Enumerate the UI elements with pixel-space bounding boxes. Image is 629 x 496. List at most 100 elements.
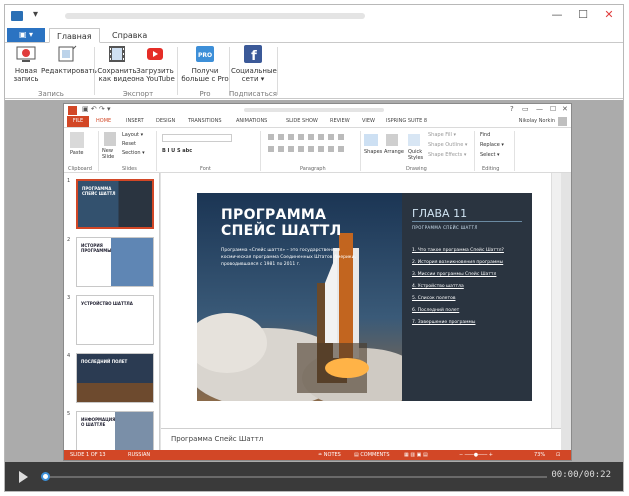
font-name-box — [162, 134, 232, 142]
avatar — [558, 117, 567, 126]
zoom-level: 73% — [534, 452, 546, 458]
ppt-group-drawing: Drawing — [406, 166, 427, 172]
ppt-quick-styles-label: Quick Styles — [408, 149, 424, 161]
ppt-tab-transitions: TRANSITIONS — [188, 118, 222, 124]
timeline-handle[interactable] — [41, 472, 50, 481]
powerpoint-logo-icon — [68, 106, 77, 115]
get-pro-button[interactable]: PRO Получи больше с Pro — [181, 45, 229, 83]
slide-description: Программа «Спейс шаттл» – это государств… — [221, 248, 356, 267]
group-label-export: Экспорт — [122, 90, 154, 98]
social-button[interactable]: f Социальные сети ▾ — [231, 45, 277, 83]
save-video-label: Сохранить как видео — [97, 67, 137, 83]
ppt-group-separator — [360, 131, 361, 171]
ppt-shape-outline-label: Shape Outline ▾ — [428, 142, 468, 148]
chapter-title: ГЛАВА 11 — [412, 207, 468, 220]
thumb-title: ПРОГРАММА СПЕЙС ШАТТЛ — [82, 186, 116, 196]
zoom-slider-icon: − ───●─── + — [459, 452, 493, 458]
ppt-group-separator — [156, 131, 157, 171]
svg-text:PRO: PRO — [198, 52, 212, 59]
group-label-subscribe: Подписаться — [229, 90, 277, 98]
tab-help[interactable]: Справка — [105, 28, 154, 43]
ppt-group-slides: Slides — [122, 166, 137, 172]
ppt-font-row: B I U S abc — [162, 148, 193, 154]
shapes-icon — [364, 134, 378, 146]
thumb-title: УСТРОЙСТВО ШАТТЛА — [81, 301, 133, 306]
player-bar: 00:00/00:22 — [5, 462, 623, 491]
upload-youtube-button[interactable]: Загрузить на YouTube — [135, 45, 175, 83]
get-pro-label: Получи больше с Pro — [181, 67, 229, 83]
play-icon[interactable] — [19, 471, 28, 483]
ppt-group-separator — [260, 131, 261, 171]
toc-item: 3. Миссии программы Спейс Шаттл — [412, 272, 497, 277]
toc-list: 1. Что такое программа Спейс Шаттл? 2. И… — [412, 245, 530, 329]
social-label: Социальные сети ▾ — [231, 67, 277, 83]
window-title-placeholder — [65, 13, 365, 19]
save-video-button[interactable]: Сохранить как видео — [97, 45, 137, 83]
ppt-close-icon: ✕ — [562, 105, 568, 113]
comments-toggle: ▤ COMMENTS — [354, 452, 390, 458]
thumb-number: 4 — [67, 353, 71, 359]
upload-youtube-label: Загрузить на YouTube — [135, 67, 175, 83]
tab-home[interactable]: Главная — [49, 28, 100, 43]
ppt-group-font: Font — [200, 166, 211, 172]
facebook-icon: f — [244, 45, 262, 64]
fit-slide-icon: ⊡ — [556, 452, 561, 458]
quick-access-icon[interactable]: ▾ — [33, 9, 38, 20]
app-window: ▾ — ☐ ✕ ▣ ▾ Главная Справка Новая запись… — [4, 4, 624, 492]
slide-counter: SLIDE 1 OF 13 — [70, 452, 106, 458]
file-menu-button[interactable]: ▣ ▾ — [7, 28, 45, 42]
ppt-quick-access-icon: ▣ ↶ ↷ ▾ — [82, 105, 111, 113]
new-record-label: Новая запись — [13, 67, 39, 83]
toc-item: 6. Последний полет — [412, 308, 460, 313]
close-button[interactable]: ✕ — [599, 7, 619, 23]
slide-title: ПРОГРАММА СПЕЙС ШАТТЛ — [221, 207, 342, 239]
ppt-shapes-label: Shapes — [364, 149, 383, 155]
toc-item: 2. История возникновения программы — [412, 260, 504, 265]
thumb-title: ИНФОРМАЦИЯ О ШАТТЛЕ — [81, 417, 116, 427]
group-separator — [94, 47, 95, 95]
ppt-status-bar: SLIDE 1 OF 13 RUSSIAN ≐ NOTES ▤ COMMENTS… — [64, 450, 571, 460]
maximize-button[interactable]: ☐ — [573, 7, 593, 23]
ppt-restore-icon: ▭ — [522, 105, 529, 113]
group-label-record: Запись — [38, 90, 64, 98]
thumb-title: ПОСЛЕДНИЙ ПОЛЕТ — [81, 359, 128, 364]
ppt-group-editing: Editing — [482, 166, 500, 172]
group-label-pro: Pro — [199, 90, 211, 98]
language-indicator: RUSSIAN — [128, 452, 151, 458]
paragraph-list-icons — [268, 134, 348, 140]
ppt-tab-view: VIEW — [362, 118, 375, 124]
ppt-group-paragraph: Paragraph — [300, 166, 326, 172]
clipboard-icon — [70, 132, 84, 148]
arrange-icon — [386, 134, 398, 146]
playback-time: 00:00/00:22 — [551, 470, 611, 480]
ppt-help-icon: ? — [510, 105, 514, 113]
timeline-track[interactable] — [45, 476, 547, 478]
ppt-new-slide-label: New Slide — [102, 148, 115, 160]
new-record-button[interactable]: Новая запись — [11, 45, 41, 83]
ppt-group-separator — [98, 131, 99, 171]
ppt-section-label: Section ▾ — [122, 150, 145, 156]
ppt-ribbon: Paste New Slide Layout ▾ Reset Section ▾… — [64, 127, 571, 173]
ppt-tab-review: REVIEW — [330, 118, 350, 124]
ppt-title-bar: ▣ ↶ ↷ ▾ ? ▭ — ☐ ✕ — [64, 104, 571, 116]
toc-item: 7. Завершение программы — [412, 320, 476, 325]
ppt-paste-label: Paste — [70, 150, 84, 156]
slide-editor: ПРОГРАММА СПЕЙС ШАТТЛ Программа «Спейс ш… — [161, 173, 561, 450]
ppt-tab-file: FILE — [67, 116, 89, 127]
chapter-subtitle: ПРОГРАММА СПЕЙС ШАТТЛ — [412, 225, 478, 230]
toc-item: 5. Список полетов — [412, 296, 456, 301]
ppt-user-name: Nikolay Norkin — [518, 118, 555, 124]
minimize-button[interactable]: — — [547, 7, 567, 23]
ppt-tab-ispring: ISPRING SUITE 8 — [386, 118, 428, 124]
slide-thumbnail: УСТРОЙСТВО ШАТТЛА — [76, 295, 154, 345]
slide-scrollbar — [551, 173, 561, 450]
ppt-workspace: 1 ПРОГРАММА СПЕЙС ШАТТЛ 2 ИСТОРИЯ ПРОГРА… — [64, 173, 571, 450]
notes-text: Программа Спейс Шаттл — [171, 435, 264, 443]
ppt-tab-slide-show: SLIDE SHOW — [286, 118, 318, 124]
thumb-number: 1 — [67, 178, 71, 184]
ppt-group-clipboard: Clipboard — [68, 166, 92, 172]
ppt-shape-fill-label: Shape Fill ▾ — [428, 132, 457, 138]
edit-button[interactable]: Редактировать — [41, 45, 97, 75]
slide-thumbnail: ПРОГРАММА СПЕЙС ШАТТЛ — [76, 179, 154, 229]
thumb-number: 5 — [67, 411, 71, 417]
